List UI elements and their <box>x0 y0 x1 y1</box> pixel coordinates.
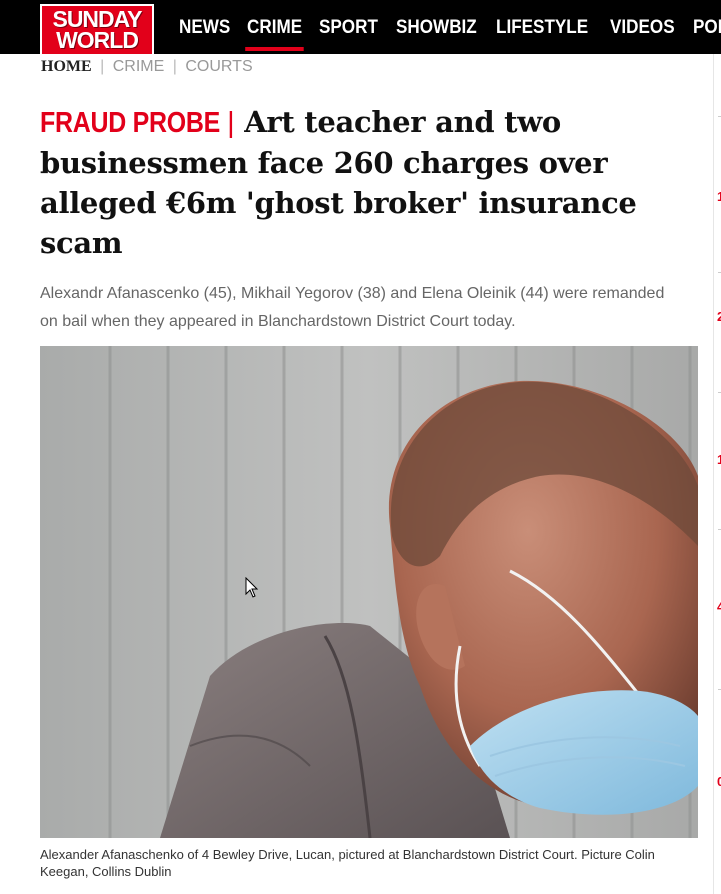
nav-podcasts[interactable]: POD <box>684 0 721 54</box>
mouse-cursor-icon <box>245 577 259 598</box>
nav-showbiz[interactable]: SHOWBIZ <box>387 0 486 54</box>
site-header: SUNDAY WORLD NEWS CRIME SPORT SHOWBIZ LI… <box>0 0 721 54</box>
kicker-separator: | <box>227 107 235 139</box>
headline-kicker: FRAUD PROBE <box>40 107 221 139</box>
breadcrumb: HOME | CRIME | COURTS <box>41 58 253 76</box>
sidebar-marker[interactable]: 1 <box>717 452 721 467</box>
nav-news[interactable]: NEWS <box>170 0 239 54</box>
breadcrumb-crime[interactable]: CRIME <box>113 58 165 75</box>
sidebar-marker[interactable]: 4 <box>717 599 721 614</box>
main-nav: NEWS CRIME SPORT SHOWBIZ LIFESTYLE VIDEO… <box>170 0 721 54</box>
nav-videos[interactable]: VIDEOS <box>601 0 684 54</box>
breadcrumb-separator: | <box>172 58 177 75</box>
sidebar-marker[interactable]: 1 <box>717 189 721 204</box>
breadcrumb-separator: | <box>100 58 105 75</box>
photo-caption: Alexander Afanaschenko of 4 Bewley Drive… <box>40 847 655 879</box>
breadcrumb-courts[interactable]: COURTS <box>185 58 252 75</box>
nav-lifestyle[interactable]: LIFESTYLE <box>487 0 597 54</box>
photo-illustration <box>40 346 698 838</box>
nav-sport[interactable]: SPORT <box>310 0 387 54</box>
article-headline: FRAUD PROBE | Art teacher and two busine… <box>40 102 690 263</box>
right-sidebar-edge: 1 2 1 4 0 <box>713 54 721 894</box>
sidebar-marker[interactable]: 0 <box>717 774 721 789</box>
article-standfirst: Alexandr Afanascenko (45), Mikhail Yegor… <box>40 285 665 330</box>
article-photo[interactable] <box>40 346 698 838</box>
nav-crime[interactable]: CRIME <box>238 0 311 54</box>
logo-line-2: WORLD <box>56 27 139 53</box>
sidebar-marker[interactable]: 2 <box>717 309 721 324</box>
site-logo[interactable]: SUNDAY WORLD <box>40 4 154 54</box>
breadcrumb-home[interactable]: HOME <box>41 58 92 75</box>
